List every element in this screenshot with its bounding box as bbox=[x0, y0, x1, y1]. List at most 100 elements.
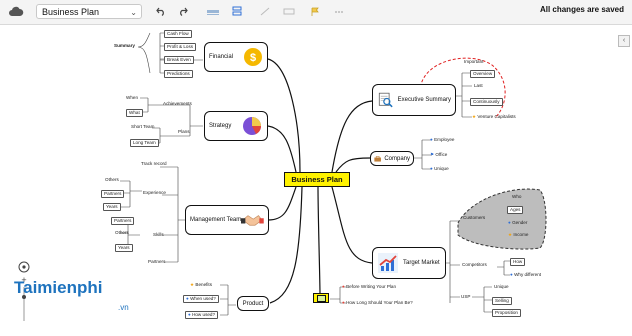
company-item[interactable]: ● Employee bbox=[430, 137, 455, 143]
style-button[interactable] bbox=[204, 4, 222, 19]
document-title: Business Plan bbox=[42, 7, 100, 17]
topic-executive-summary[interactable]: Executive Summary bbox=[372, 84, 456, 116]
management-partners-2[interactable]: Partners bbox=[111, 217, 135, 225]
layout-button[interactable] bbox=[228, 4, 246, 19]
notes-node[interactable] bbox=[313, 293, 329, 303]
executive-continuously[interactable]: Continuously bbox=[470, 98, 503, 106]
flag-button[interactable] bbox=[306, 4, 324, 19]
info-icon: ● bbox=[430, 166, 433, 171]
star-icon: ★ bbox=[472, 114, 477, 119]
dot-icon: ● bbox=[342, 300, 345, 305]
watermark-suffix: .vn bbox=[118, 303, 129, 312]
topic-financial[interactable]: Financial $ bbox=[204, 42, 268, 72]
style-icon bbox=[207, 10, 219, 15]
strategy-plans[interactable]: Plans bbox=[178, 129, 190, 135]
management-others[interactable]: Others bbox=[105, 177, 119, 183]
flag-icon bbox=[311, 7, 319, 16]
dollar-coin-icon: $ bbox=[244, 48, 262, 66]
strategy-what[interactable]: What bbox=[126, 109, 143, 117]
financial-item[interactable]: Profit & Loss bbox=[164, 43, 197, 51]
boundary-button[interactable] bbox=[280, 4, 298, 19]
undo-icon bbox=[156, 7, 164, 16]
line-executive bbox=[331, 100, 373, 173]
line-product bbox=[269, 186, 303, 304]
management-experience[interactable]: Experience bbox=[143, 190, 166, 196]
connector-icon bbox=[260, 7, 270, 16]
star-icon: ★ bbox=[190, 282, 195, 287]
executive-overview[interactable]: Overview bbox=[470, 70, 496, 78]
topic-product-label: Product bbox=[242, 300, 264, 307]
target-unique[interactable]: Unique bbox=[494, 284, 509, 290]
note-before-writing[interactable]: ● Before Writing Your Plan bbox=[342, 284, 396, 290]
management-partners[interactable]: Partners bbox=[101, 190, 125, 198]
product-when-used[interactable]: ● When used? bbox=[183, 295, 219, 303]
line-strategy bbox=[267, 125, 297, 173]
strategy-short-team[interactable]: Short Team bbox=[131, 124, 154, 130]
management-years[interactable]: Years bbox=[103, 203, 121, 211]
connector-button[interactable] bbox=[256, 4, 274, 19]
central-topic[interactable]: Business Plan bbox=[284, 172, 350, 187]
target-why-different[interactable]: ● Why different bbox=[510, 272, 541, 278]
target-proposition[interactable]: Proposition bbox=[492, 309, 521, 317]
target-competitors[interactable]: Competitors bbox=[462, 262, 487, 268]
note-how-long[interactable]: ● How Long Should Your Plan Be? bbox=[342, 300, 413, 306]
topic-executive-label: Executive Summary bbox=[397, 97, 451, 103]
panel-toggle-button[interactable]: ‹ bbox=[618, 35, 630, 47]
target-usp[interactable]: USP bbox=[461, 294, 470, 300]
topic-target-market[interactable]: Target Market bbox=[372, 247, 446, 279]
management-track-record[interactable]: Track record bbox=[141, 161, 167, 167]
executive-venture-label: Venture Capitalists bbox=[477, 114, 516, 119]
company-item[interactable]: ⚑ Office bbox=[430, 152, 447, 158]
strategy-long-team[interactable]: Long Team bbox=[130, 139, 159, 147]
target-gender[interactable]: ● Gender bbox=[508, 220, 527, 226]
briefcase-icon bbox=[374, 155, 381, 162]
cloud-logo-icon[interactable] bbox=[8, 5, 24, 19]
layout-icon bbox=[232, 6, 242, 16]
magnifier-document-icon bbox=[378, 92, 393, 108]
executive-last[interactable]: Last bbox=[474, 83, 483, 89]
notes-icon bbox=[317, 295, 326, 302]
topic-product[interactable]: Product bbox=[237, 296, 269, 311]
management-others-2[interactable]: Others bbox=[115, 230, 129, 236]
redo-icon bbox=[180, 7, 188, 16]
executive-important[interactable]: Important bbox=[464, 59, 483, 65]
undo-button[interactable] bbox=[152, 4, 170, 19]
help-icon: ● bbox=[510, 272, 513, 277]
topic-management[interactable]: Management Team bbox=[185, 205, 269, 235]
topic-company[interactable]: Company bbox=[370, 151, 414, 166]
target-income[interactable]: ★ Income bbox=[508, 232, 528, 238]
management-skills[interactable]: Skills bbox=[153, 232, 164, 238]
topic-strategy[interactable]: Strategy bbox=[204, 111, 268, 141]
boundary-icon bbox=[283, 8, 295, 15]
financial-summary[interactable]: Summary bbox=[114, 43, 135, 49]
line-company bbox=[335, 157, 371, 173]
management-partners-3[interactable]: Partners bbox=[148, 259, 165, 265]
executive-venture[interactable]: ★ Venture Capitalists bbox=[472, 114, 516, 120]
handshake-icon bbox=[241, 215, 264, 226]
person-icon: ● bbox=[430, 137, 433, 142]
strategy-achievements[interactable]: Achievements bbox=[163, 101, 192, 107]
product-benefits[interactable]: ★ Benefits bbox=[190, 282, 212, 288]
product-how-used[interactable]: ● How used? bbox=[185, 311, 219, 319]
financial-item[interactable]: Cash Flow bbox=[164, 30, 192, 38]
redo-button[interactable] bbox=[174, 4, 192, 19]
pie-chart-icon bbox=[243, 117, 261, 135]
target-ages[interactable]: Ages bbox=[507, 206, 524, 214]
line-target bbox=[331, 186, 373, 264]
document-title-field[interactable]: Business Plan ⌄ bbox=[36, 4, 142, 19]
info-icon: ● bbox=[508, 220, 511, 225]
financial-item[interactable]: Predictions bbox=[164, 70, 193, 78]
target-customers[interactable]: Customers bbox=[463, 215, 485, 221]
target-who[interactable]: Who bbox=[512, 194, 521, 200]
more-button[interactable] bbox=[330, 4, 348, 19]
topic-target-label: Target Market bbox=[403, 260, 440, 266]
management-years-2[interactable]: Years bbox=[115, 244, 133, 252]
company-item[interactable]: ● Unique bbox=[430, 166, 449, 172]
target-selling[interactable]: Selling bbox=[492, 297, 512, 305]
strategy-when[interactable]: When bbox=[126, 95, 138, 101]
help-icon: ● bbox=[188, 312, 191, 317]
watermark-logo: Taimienphi bbox=[14, 278, 103, 297]
financial-item[interactable]: Break Even bbox=[164, 56, 194, 64]
more-icon bbox=[335, 10, 343, 13]
target-how[interactable]: How bbox=[510, 258, 526, 266]
